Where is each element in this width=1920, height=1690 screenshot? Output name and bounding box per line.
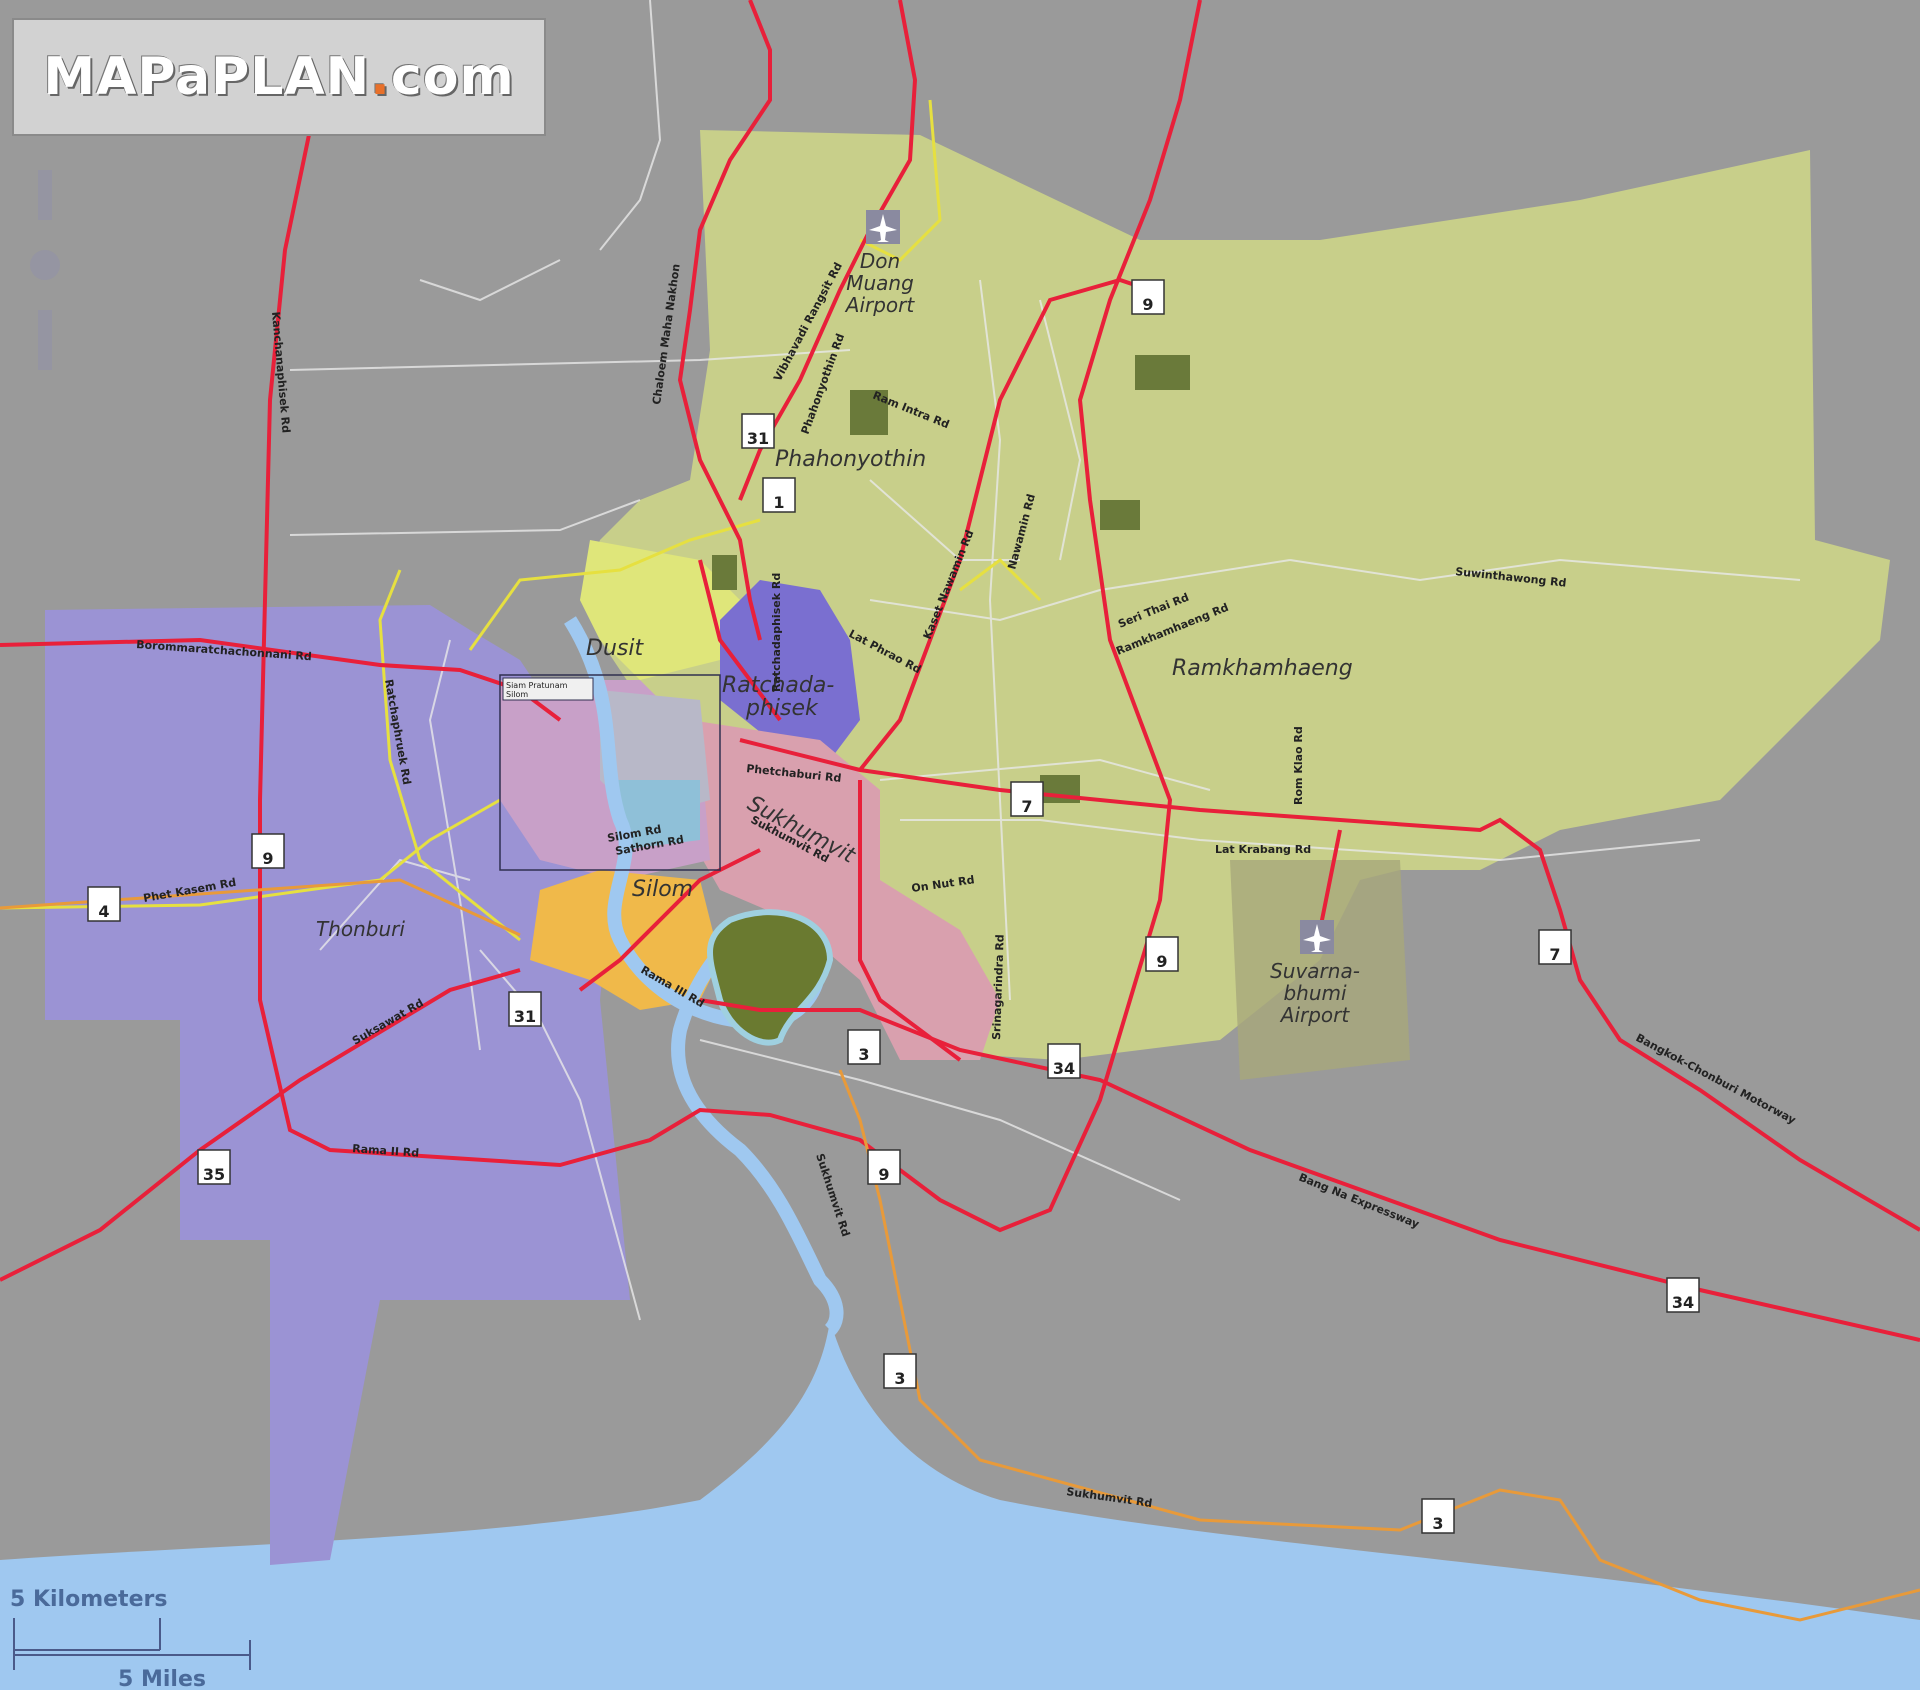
map[interactable]: Siam Pratunam Silom Dusit Ratchada- phis… (0, 0, 1920, 1690)
scale-km-label: 5 Kilometers (10, 1587, 167, 1612)
route-shield-7: 7 (1010, 781, 1044, 817)
road-label: Lat Krabang Rd (1215, 843, 1311, 856)
map-canvas: Siam Pratunam Silom Dusit Ratchada- phis… (0, 0, 1920, 1690)
logo-tld: com (390, 47, 515, 107)
route-shield-number: 9 (1142, 295, 1153, 314)
route-shield-4: 4 (87, 886, 121, 922)
route-shield-number: 31 (514, 1007, 536, 1026)
label-don-muang-1: Don (860, 249, 900, 273)
label-ratchadaphisek-2: phisek (745, 696, 819, 721)
logo-brand: MAPaPLAN (43, 47, 371, 107)
route-shield-9: 9 (251, 833, 285, 869)
route-shield-9: 9 (867, 1149, 901, 1185)
route-shield-3: 3 (883, 1353, 917, 1389)
route-shield-31: 31 (508, 991, 542, 1027)
route-shield-number: 9 (1156, 952, 1167, 971)
route-shield-1: 1 (762, 477, 796, 513)
label-thonburi: Thonburi (316, 917, 405, 941)
inset-label-2: Silom (506, 690, 528, 699)
zoom-slider[interactable] (38, 310, 52, 370)
route-shield-number: 9 (262, 849, 273, 868)
route-shield-number: 3 (858, 1045, 869, 1064)
route-shield-3: 3 (1421, 1498, 1455, 1534)
pan-icon[interactable] (30, 250, 60, 280)
route-shield-9: 9 (1131, 279, 1165, 315)
park (1100, 500, 1140, 530)
scale-mi-label: 5 Miles (118, 1667, 206, 1690)
inset-label-1: Siam Pratunam (506, 681, 568, 690)
park (1135, 355, 1190, 390)
route-shield-number: 1 (773, 493, 784, 512)
route-shield-number: 31 (747, 429, 769, 448)
label-suvarnabhumi-2: bhumi (1283, 981, 1347, 1005)
route-shield-number: 3 (894, 1369, 905, 1388)
route-shield-number: 34 (1053, 1059, 1075, 1078)
route-shield-number: 9 (878, 1165, 889, 1184)
label-don-muang-2: Muang (846, 271, 914, 295)
route-shield-number: 7 (1021, 797, 1032, 816)
route-shield-number: 35 (203, 1165, 225, 1184)
route-shield-number: 7 (1549, 945, 1560, 964)
mapaplan-logo[interactable]: MAPaPLAN.com (12, 18, 546, 136)
route-shield-31: 31 (741, 413, 775, 449)
logo-dot: . (370, 47, 391, 107)
road-label: Rom Klao Rd (1292, 726, 1305, 805)
road-label: Ratchadaphisek Rd (770, 573, 783, 692)
label-suvarnabhumi-1: Suvarna- (1270, 959, 1360, 983)
zoom-control[interactable] (30, 170, 60, 370)
airplane-icon (1300, 920, 1334, 954)
label-suvarnabhumi-3: Airport (1279, 1003, 1351, 1027)
label-don-muang-3: Airport (844, 293, 916, 317)
route-shield-34: 34 (1047, 1043, 1081, 1079)
route-shield-35: 35 (197, 1149, 231, 1185)
label-phahonyothin: Phahonyothin (775, 447, 926, 472)
route-shield-3: 3 (847, 1029, 881, 1065)
route-shield-9: 9 (1145, 936, 1179, 972)
airplane-icon (866, 210, 900, 244)
route-shield-34: 34 (1666, 1277, 1700, 1313)
label-silom: Silom (632, 877, 693, 902)
route-shield-number: 4 (98, 902, 109, 921)
route-shield-7: 7 (1538, 929, 1572, 965)
route-shield-number: 34 (1672, 1293, 1694, 1312)
zoom-in-icon[interactable] (38, 170, 52, 220)
label-dusit: Dusit (586, 636, 644, 661)
label-ramkhamhaeng: Ramkhamhaeng (1172, 656, 1353, 681)
route-shield-number: 3 (1432, 1514, 1443, 1533)
park (712, 555, 737, 590)
